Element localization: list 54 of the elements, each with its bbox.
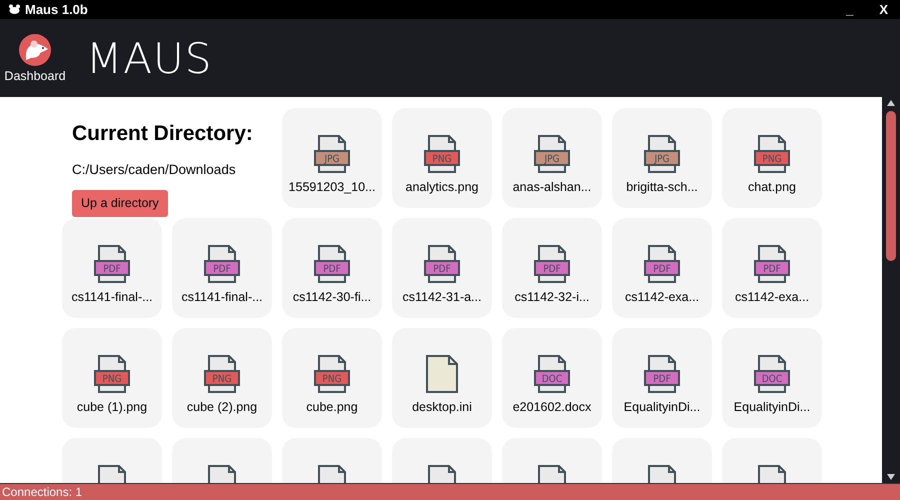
file-name: cs1142-31-a... <box>402 289 482 306</box>
status-text: Connections: 1 <box>2 484 82 500</box>
directory-heading: Current Directory: <box>72 121 254 147</box>
file-tile[interactable]: PDF cs1142-30-fi... <box>282 218 382 318</box>
file-name: brigitta-sch... <box>626 179 698 196</box>
file-tile[interactable]: PNG analytics.png <box>392 108 492 208</box>
file-tile[interactable]: PDF EqualityinDi... <box>612 328 712 428</box>
file-name: cube (1).png <box>76 399 148 416</box>
file-tile[interactable]: PNG cube (1).png <box>62 328 162 428</box>
file-tile[interactable]: PDF cs1142-31-a... <box>392 218 492 318</box>
dashboard-button[interactable]: Dashboard <box>0 30 70 86</box>
file-name: cs1142-30-fi... <box>292 289 372 306</box>
file-name: cube (2).png <box>186 399 258 416</box>
scrollbar-thumb[interactable] <box>886 111 896 261</box>
file-tile[interactable]: PNG cube.png <box>282 328 382 428</box>
directory-path: C:/Users/caden/Downloads <box>72 160 237 178</box>
file-name: e201602.docx <box>512 399 592 416</box>
file-tile[interactable]: PDF cs1142-exa... <box>722 218 822 318</box>
file-tile[interactable]: desktop.ini <box>392 328 492 428</box>
file-name: EqualityinDi... <box>734 399 810 416</box>
file-name: anas-alshan... <box>512 179 592 196</box>
file-name: analytics.png <box>406 179 478 196</box>
file-name: chat.png <box>748 179 796 196</box>
up-directory-button[interactable]: Up a directory <box>72 190 168 216</box>
file-name: cs1141-final-... <box>181 289 263 306</box>
file-tile[interactable]: JPG anas-alshan... <box>502 108 602 208</box>
document-icon <box>425 354 459 394</box>
mouse-icon <box>8 4 21 15</box>
mouse-logo-icon <box>18 32 52 67</box>
close-button[interactable]: X <box>879 0 888 20</box>
file-tile[interactable]: PNG chat.png <box>722 108 822 208</box>
file-name: cs1141-final-... <box>71 289 153 306</box>
file-name: desktop.ini <box>412 399 472 416</box>
file-name: cube.png <box>306 399 358 416</box>
scroll-up-icon[interactable] <box>887 99 895 107</box>
file-tile[interactable]: PDF cs1142-32-i... <box>502 218 602 318</box>
file-tile[interactable]: PDF cs1141-final-... <box>172 218 272 318</box>
minimize-button[interactable]: _ <box>846 0 854 20</box>
file-name: cs1142-exa... <box>734 289 810 306</box>
file-tile[interactable]: DOC EqualityinDi... <box>722 328 822 428</box>
file-tile[interactable]: DOC e201602.docx <box>502 328 602 428</box>
file-tile[interactable]: JPG 15591203_10... <box>282 108 382 208</box>
app-title: MAUS <box>86 32 212 84</box>
scroll-down-icon[interactable] <box>887 473 895 481</box>
file-name: cs1142-32-i... <box>514 289 590 306</box>
file-tile[interactable]: PDF cs1141-final-... <box>62 218 162 318</box>
file-name: cs1142-exa... <box>624 289 700 306</box>
file-name: EqualityinDi... <box>624 399 700 416</box>
window-title: Maus 1.0b <box>25 0 88 19</box>
file-tile[interactable]: PNG cube (2).png <box>172 328 272 428</box>
scrollbar[interactable] <box>882 97 900 483</box>
file-name: 15591203_10... <box>288 179 376 196</box>
file-tile[interactable]: JPG brigitta-sch... <box>612 108 712 208</box>
file-tile[interactable]: PDF cs1142-exa... <box>612 218 712 318</box>
